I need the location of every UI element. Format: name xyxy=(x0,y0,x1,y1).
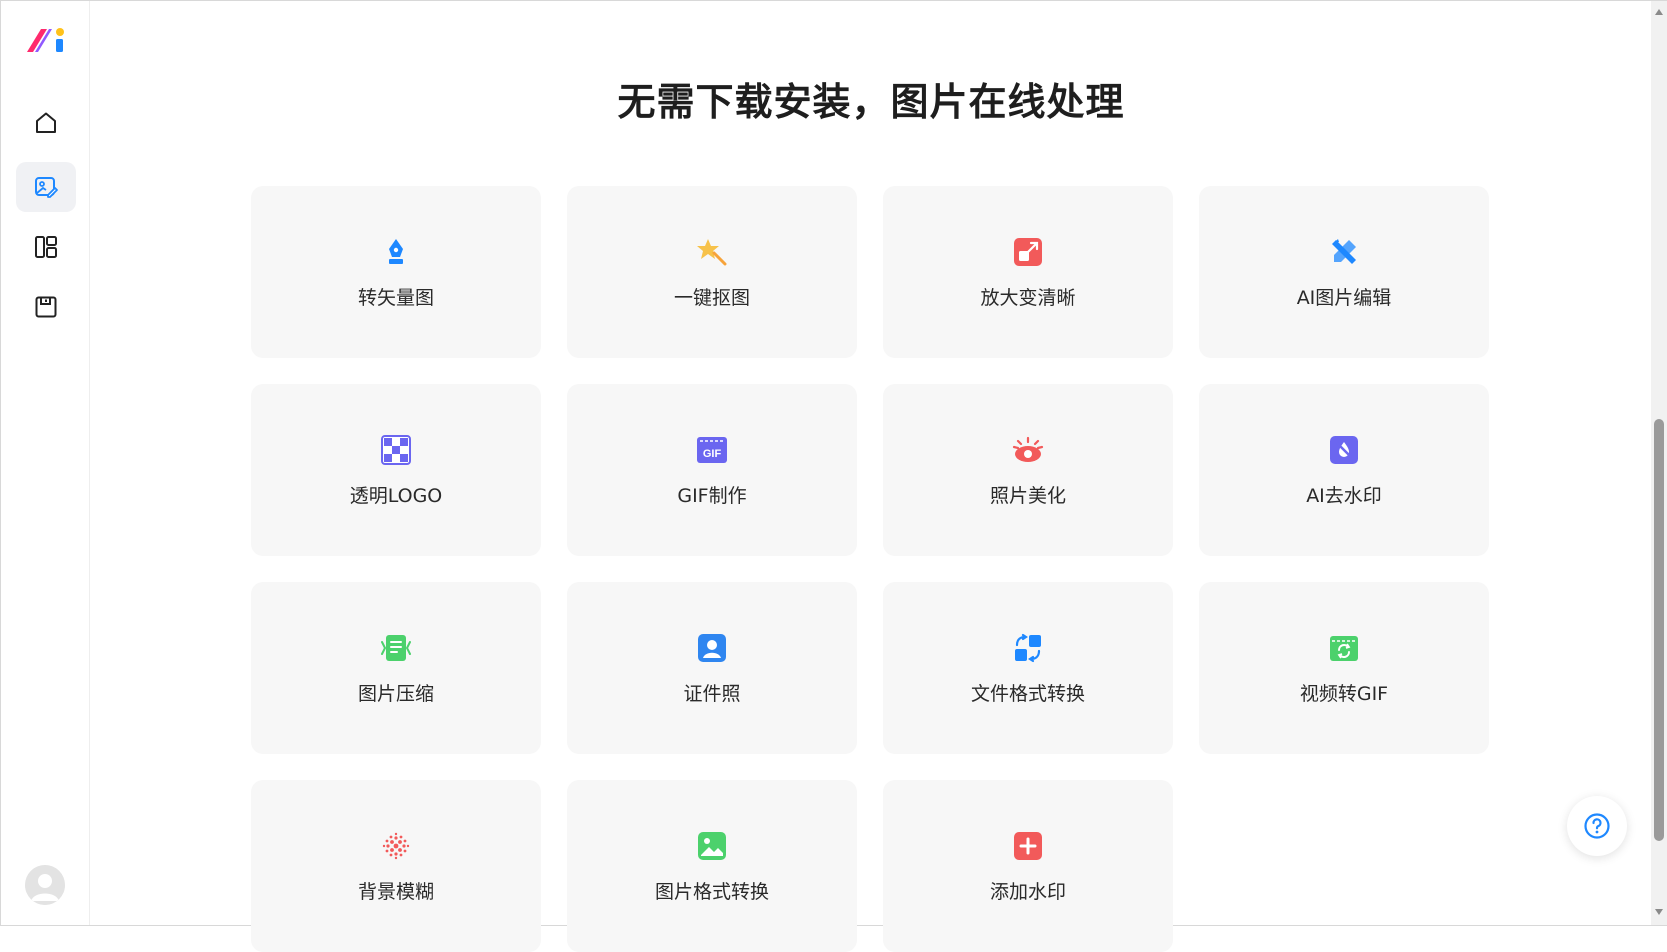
pen-nib-icon xyxy=(379,235,413,269)
tool-label: 证件照 xyxy=(683,682,741,705)
scroll-up-icon[interactable] xyxy=(1654,7,1664,17)
gif-icon: GIF xyxy=(695,433,729,467)
image-edit-icon xyxy=(35,177,58,198)
tool-label: AI图片编辑 xyxy=(1296,286,1392,309)
drop-off-icon xyxy=(1327,433,1361,467)
scroll-thumb[interactable] xyxy=(1654,419,1664,841)
home-icon xyxy=(36,112,56,133)
tool-label: 添加水印 xyxy=(989,880,1066,903)
tool-label: 背景模糊 xyxy=(357,880,434,903)
tool-label: 图片格式转换 xyxy=(654,880,769,903)
tool-label: 视频转GIF xyxy=(1299,682,1389,705)
ai-edit-icon xyxy=(1327,235,1361,269)
tool-card-file-convert[interactable]: 文件格式转换 xyxy=(883,582,1173,754)
tool-label: 一键抠图 xyxy=(673,286,750,309)
enlarge-icon xyxy=(1011,235,1045,269)
sidebar-item-saved[interactable] xyxy=(16,282,76,332)
blur-icon xyxy=(379,829,413,863)
tool-card-gif-maker[interactable]: GIF GIF制作 xyxy=(567,384,857,556)
help-icon xyxy=(1584,813,1610,839)
tool-card-compress[interactable]: 图片压缩 xyxy=(251,582,541,754)
sidebar-item-templates[interactable] xyxy=(16,222,76,272)
scrollbar[interactable] xyxy=(1651,1,1667,925)
tool-label: 透明LOGO xyxy=(349,484,443,507)
scroll-down-icon[interactable] xyxy=(1654,907,1664,917)
magic-star-icon xyxy=(695,235,729,269)
convert-icon xyxy=(1011,631,1045,665)
main-content: 无需下载安装，图片在线处理 转矢量图 一键抠图 放大变清晰 AI图片编辑 透明L… xyxy=(91,1,1651,952)
image-format-icon xyxy=(695,829,729,863)
user-icon xyxy=(25,865,65,905)
app-window: 无需下载安装，图片在线处理 转矢量图 一键抠图 放大变清晰 AI图片编辑 透明L… xyxy=(0,0,1667,952)
tool-card-photo-beautify[interactable]: 照片美化 xyxy=(883,384,1173,556)
help-button[interactable] xyxy=(1567,796,1627,856)
tool-label: GIF制作 xyxy=(677,484,747,507)
tool-card-transparent-logo[interactable]: 透明LOGO xyxy=(251,384,541,556)
tool-card-cutout[interactable]: 一键抠图 xyxy=(567,186,857,358)
id-photo-icon xyxy=(695,631,729,665)
tool-label: 转矢量图 xyxy=(357,286,434,309)
avatar[interactable] xyxy=(25,865,65,905)
tool-card-vectorize[interactable]: 转矢量图 xyxy=(251,186,541,358)
svg-text:GIF: GIF xyxy=(703,448,722,460)
add-watermark-icon xyxy=(1011,829,1045,863)
sidebar-item-home[interactable] xyxy=(16,98,76,148)
video-gif-icon xyxy=(1327,631,1361,665)
tool-label: 放大变清晰 xyxy=(980,286,1076,309)
eye-icon xyxy=(1011,433,1045,467)
tool-label: 图片压缩 xyxy=(357,682,434,705)
tool-card-image-format-convert[interactable]: 图片格式转换 xyxy=(567,780,857,952)
tool-grid: 转矢量图 一键抠图 放大变清晰 AI图片编辑 透明LOGO GIF GIF制作 … xyxy=(251,186,1489,952)
checker-icon xyxy=(379,433,413,467)
tool-card-ai-edit[interactable]: AI图片编辑 xyxy=(1199,186,1489,358)
layout-icon xyxy=(35,236,57,258)
tool-label: 文件格式转换 xyxy=(970,682,1085,705)
tool-card-video-to-gif[interactable]: 视频转GIF xyxy=(1199,582,1489,754)
save-icon xyxy=(35,296,57,318)
tool-card-ai-remove-watermark[interactable]: AI去水印 xyxy=(1199,384,1489,556)
sidebar-item-image-tools[interactable] xyxy=(16,162,76,212)
tool-label: AI去水印 xyxy=(1306,484,1382,507)
sidebar xyxy=(1,1,90,925)
app-logo[interactable] xyxy=(25,25,67,59)
tool-card-id-photo[interactable]: 证件照 xyxy=(567,582,857,754)
compress-icon xyxy=(379,631,413,665)
tool-label: 照片美化 xyxy=(989,484,1066,507)
tool-card-add-watermark[interactable]: 添加水印 xyxy=(883,780,1173,952)
page-title: 无需下载安装，图片在线处理 xyxy=(617,80,1125,124)
tool-card-enlarge[interactable]: 放大变清晰 xyxy=(883,186,1173,358)
tool-card-background-blur[interactable]: 背景模糊 xyxy=(251,780,541,952)
